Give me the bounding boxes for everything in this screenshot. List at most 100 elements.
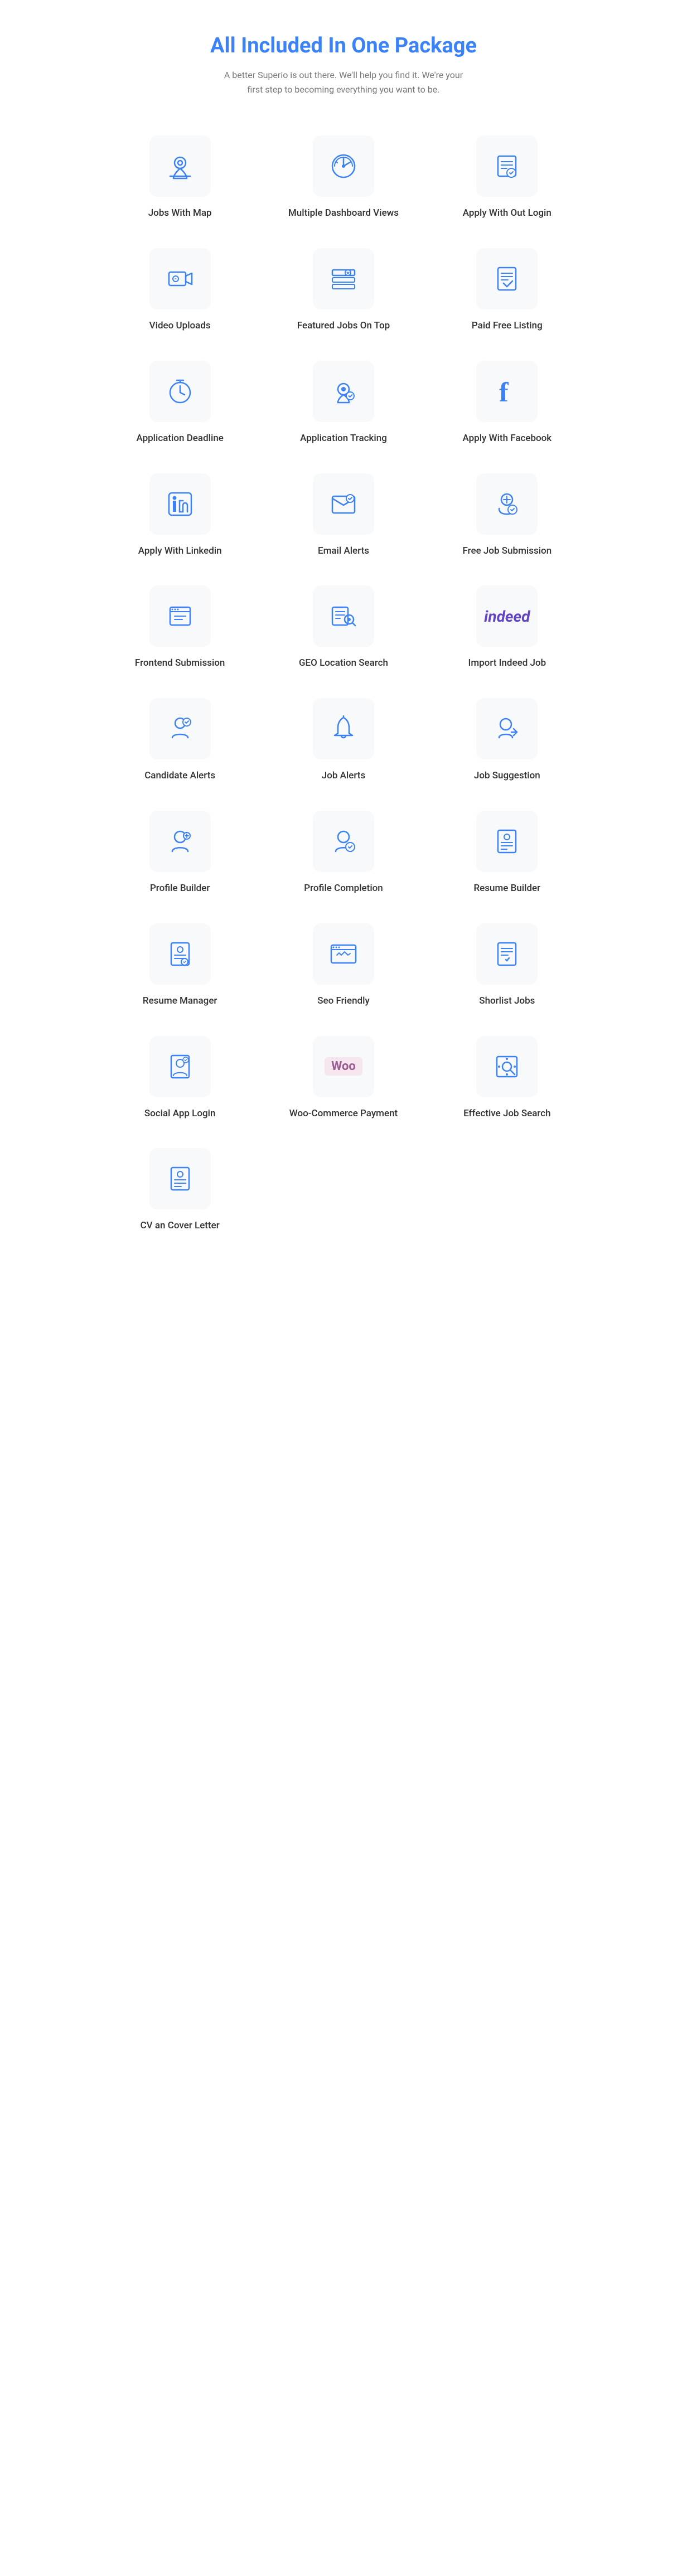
feature-label: CV an Cover Letter (141, 1219, 220, 1233)
feature-apply-without-login: Apply With Out Login (431, 130, 583, 226)
resume-builder-icon (491, 826, 522, 857)
video-icon (165, 263, 196, 294)
icon-box (476, 811, 538, 872)
svg-text:f: f (499, 376, 509, 407)
icon-box (476, 923, 538, 985)
dashboard-icon (328, 151, 359, 182)
feature-label: Seo Friendly (317, 995, 370, 1008)
email-icon (328, 488, 359, 520)
icon-box (313, 361, 374, 422)
feature-free-job-submission: Free Job Submission (431, 468, 583, 564)
feature-label: Resume Manager (143, 995, 217, 1008)
subtitle: A better Superio is out there. We'll hel… (221, 68, 466, 96)
feature-seo-friendly: Seo Friendly (267, 918, 419, 1014)
feature-paid-free-listing: Paid Free Listing (431, 243, 583, 338)
feature-multiple-dashboard-views: Multiple Dashboard Views (267, 130, 419, 226)
icon-box (476, 698, 538, 759)
feature-label: Woo-Commerce Payment (289, 1107, 398, 1121)
icon-box (149, 1148, 211, 1209)
feature-label: Free Job Submission (462, 545, 551, 558)
feature-label: Resume Builder (473, 882, 540, 895)
candidate-icon (165, 713, 196, 744)
geo-icon (328, 601, 359, 632)
feature-woo-commerce-payment: Woo Woo-Commerce Payment (267, 1030, 419, 1126)
feature-application-tracking: Application Tracking (267, 355, 419, 451)
no-login-icon (491, 151, 522, 182)
map-icon (165, 151, 196, 182)
icon-box (149, 361, 211, 422)
linkedin-icon (165, 488, 196, 520)
deadline-icon (165, 376, 196, 407)
feature-label: Paid Free Listing (472, 319, 543, 333)
feature-profile-completion: Profile Completion (267, 805, 419, 901)
profile-completion-icon (328, 826, 359, 857)
feature-profile-builder: Profile Builder (104, 805, 256, 901)
icon-box (149, 585, 211, 647)
icon-box (149, 923, 211, 985)
feature-label: Application Deadline (136, 432, 223, 446)
icon-box (313, 585, 374, 647)
feature-video-uploads: Video Uploads (104, 243, 256, 338)
tracking-icon (328, 376, 359, 407)
cv-icon (165, 1163, 196, 1194)
feature-application-deadline: Application Deadline (104, 355, 256, 451)
icon-box (149, 698, 211, 759)
feature-frontend-submission: Frontend Submission (104, 580, 256, 676)
feature-shortlist-jobs: Shorlist Jobs (431, 918, 583, 1014)
suggestion-icon (491, 713, 522, 744)
icon-box (313, 923, 374, 985)
facebook-icon: f (491, 376, 522, 407)
feature-label: Apply With Facebook (462, 432, 551, 446)
profile-builder-icon (165, 826, 196, 857)
frontend-icon (165, 601, 196, 632)
title-text: All Included In One (210, 33, 389, 58)
icon-box (149, 473, 211, 535)
icon-box (313, 811, 374, 872)
feature-jobs-with-map: Jobs With Map (104, 130, 256, 226)
icon-box (476, 135, 538, 197)
feature-label: Email Alerts (318, 545, 369, 558)
feature-label: Profile Builder (150, 882, 210, 895)
icon-box (313, 473, 374, 535)
feature-label: Job Suggestion (474, 769, 540, 783)
icon-box (313, 698, 374, 759)
feature-label: Featured Jobs On Top (297, 319, 390, 333)
feature-label: GEO Location Search (299, 657, 388, 670)
feature-label: Frontend Submission (135, 657, 225, 670)
woo-icon: Woo (325, 1057, 362, 1076)
feature-effective-job-search: Effective Job Search (431, 1030, 583, 1126)
feature-email-alerts: Email Alerts (267, 468, 419, 564)
icon-box (149, 1036, 211, 1097)
icon-box: indeed (476, 585, 538, 647)
feature-label: Shorlist Jobs (479, 995, 535, 1008)
feature-label: Application Tracking (300, 432, 387, 446)
resume-manager-icon (165, 938, 196, 970)
listing-icon (491, 263, 522, 294)
feature-label: Import Indeed Job (468, 657, 546, 670)
features-grid: Jobs With Map Multiple Dashboard Views (104, 130, 583, 1238)
social-login-icon (165, 1051, 196, 1082)
main-title: All Included In One Package (104, 33, 583, 58)
icon-box (149, 811, 211, 872)
bell-icon (328, 713, 359, 744)
icon-box (476, 248, 538, 309)
feature-social-app-login: Social App Login (104, 1030, 256, 1126)
shortlist-icon (491, 938, 522, 970)
icon-box (149, 248, 211, 309)
icon-box: Woo (313, 1036, 374, 1097)
feature-label: Job Alerts (322, 769, 365, 783)
feature-label: Social App Login (144, 1107, 216, 1121)
feature-label: Apply With Linkedin (138, 545, 222, 558)
icon-box (313, 135, 374, 197)
seo-icon (328, 938, 359, 970)
feature-geo-location-search: GEO Location Search (267, 580, 419, 676)
title-accent: Package (395, 33, 477, 58)
featured-icon (328, 263, 359, 294)
feature-resume-builder: Resume Builder (431, 805, 583, 901)
feature-label: Profile Completion (304, 882, 383, 895)
page-wrapper: All Included In One Package A better Sup… (93, 0, 594, 1283)
feature-resume-manager: Resume Manager (104, 918, 256, 1014)
icon-box (149, 135, 211, 197)
feature-label: Video Uploads (149, 319, 211, 333)
feature-job-alerts: Job Alerts (267, 693, 419, 788)
